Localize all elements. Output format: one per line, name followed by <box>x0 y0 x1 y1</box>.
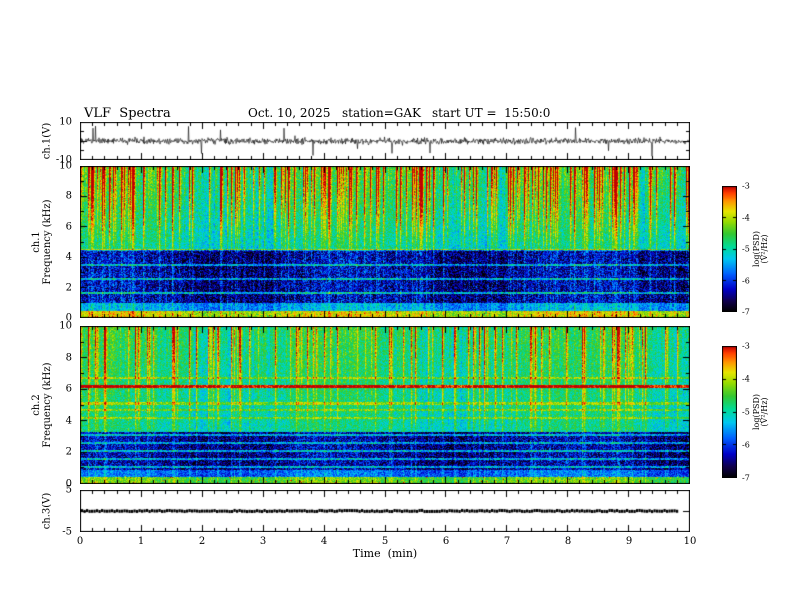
ch3-waveform-plot <box>80 490 690 532</box>
x-tick-label: 4 <box>320 536 328 547</box>
x-tick-label: 2 <box>198 536 206 547</box>
vlf-spectra-figure: VLF Spectra Oct. 10, 2025 station=GAK st… <box>0 0 792 612</box>
colorbar-tick-label: -4 <box>742 374 750 384</box>
x-tick-label: 5 <box>381 536 389 547</box>
y-tick-label: 2 <box>65 282 72 294</box>
x-tick-label: 9 <box>625 536 633 547</box>
ch1-spectrogram-heatmap <box>80 166 690 318</box>
y-tick-label: 8 <box>65 190 72 202</box>
start-ut-label: start UT = 15:50:0 <box>432 106 551 120</box>
y-tick-label: 5 <box>65 484 72 496</box>
colorbar-tick-label: -5 <box>742 244 750 254</box>
station-label: station=GAK <box>342 106 422 120</box>
colorbar-ch1 <box>722 186 737 312</box>
ch1-waveform-plot <box>80 122 690 160</box>
x-tick-label: 8 <box>564 536 572 547</box>
colorbar-tick-label: -5 <box>742 407 750 417</box>
colorbar-tick-label: -4 <box>742 213 750 222</box>
colorbar-ch2-label: log(PSD)(V²/Hz) <box>752 393 769 431</box>
colorbar-tick-label: -6 <box>742 440 750 450</box>
colorbar-tick-label: -3 <box>742 341 750 351</box>
x-tick-label: 0 <box>76 536 84 547</box>
y-tick-label: 4 <box>65 251 72 263</box>
y-tick-label: 6 <box>65 221 72 233</box>
y-tick-label: -5 <box>62 526 72 538</box>
colorbar-tick-label: -3 <box>742 181 750 191</box>
y-tick-label: 10 <box>59 160 72 172</box>
x-tick-label: 6 <box>442 536 450 547</box>
colorbar-ch2 <box>722 346 737 478</box>
colorbar-tick-label: -7 <box>742 473 750 483</box>
x-tick-label: 1 <box>137 536 145 547</box>
y-tick-label: 4 <box>65 415 72 427</box>
figure-title: VLF Spectra <box>84 106 171 121</box>
y-tick-label: 6 <box>65 383 72 395</box>
ch3-voltage-axis-label: ch.3(V) <box>41 492 53 530</box>
y-tick-label: 10 <box>59 116 72 128</box>
colorbar-tick-label: -7 <box>742 307 750 317</box>
x-tick-label: 3 <box>259 536 267 547</box>
y-tick-label: 8 <box>65 352 72 364</box>
colorbar-tick-label: -6 <box>742 276 750 285</box>
ch2-frequency-axis-label: ch.2 Frequency (kHz) <box>31 362 53 448</box>
date-label: Oct. 10, 2025 <box>248 106 331 120</box>
time-axis-label: Time (min) <box>352 547 418 560</box>
colorbar-ch1-label: log(PSD)(V²/Hz) <box>752 230 769 268</box>
y-tick-label: 2 <box>65 446 72 458</box>
ch2-spectrogram-heatmap <box>80 326 690 484</box>
x-tick-label: 7 <box>503 536 511 547</box>
x-tick-label: 10 <box>683 536 697 547</box>
y-tick-label: 10 <box>59 320 72 332</box>
ch1-voltage-axis-label: ch.1(V) <box>41 122 53 160</box>
ch1-frequency-axis-label: ch.1 Frequency (kHz) <box>31 199 53 285</box>
